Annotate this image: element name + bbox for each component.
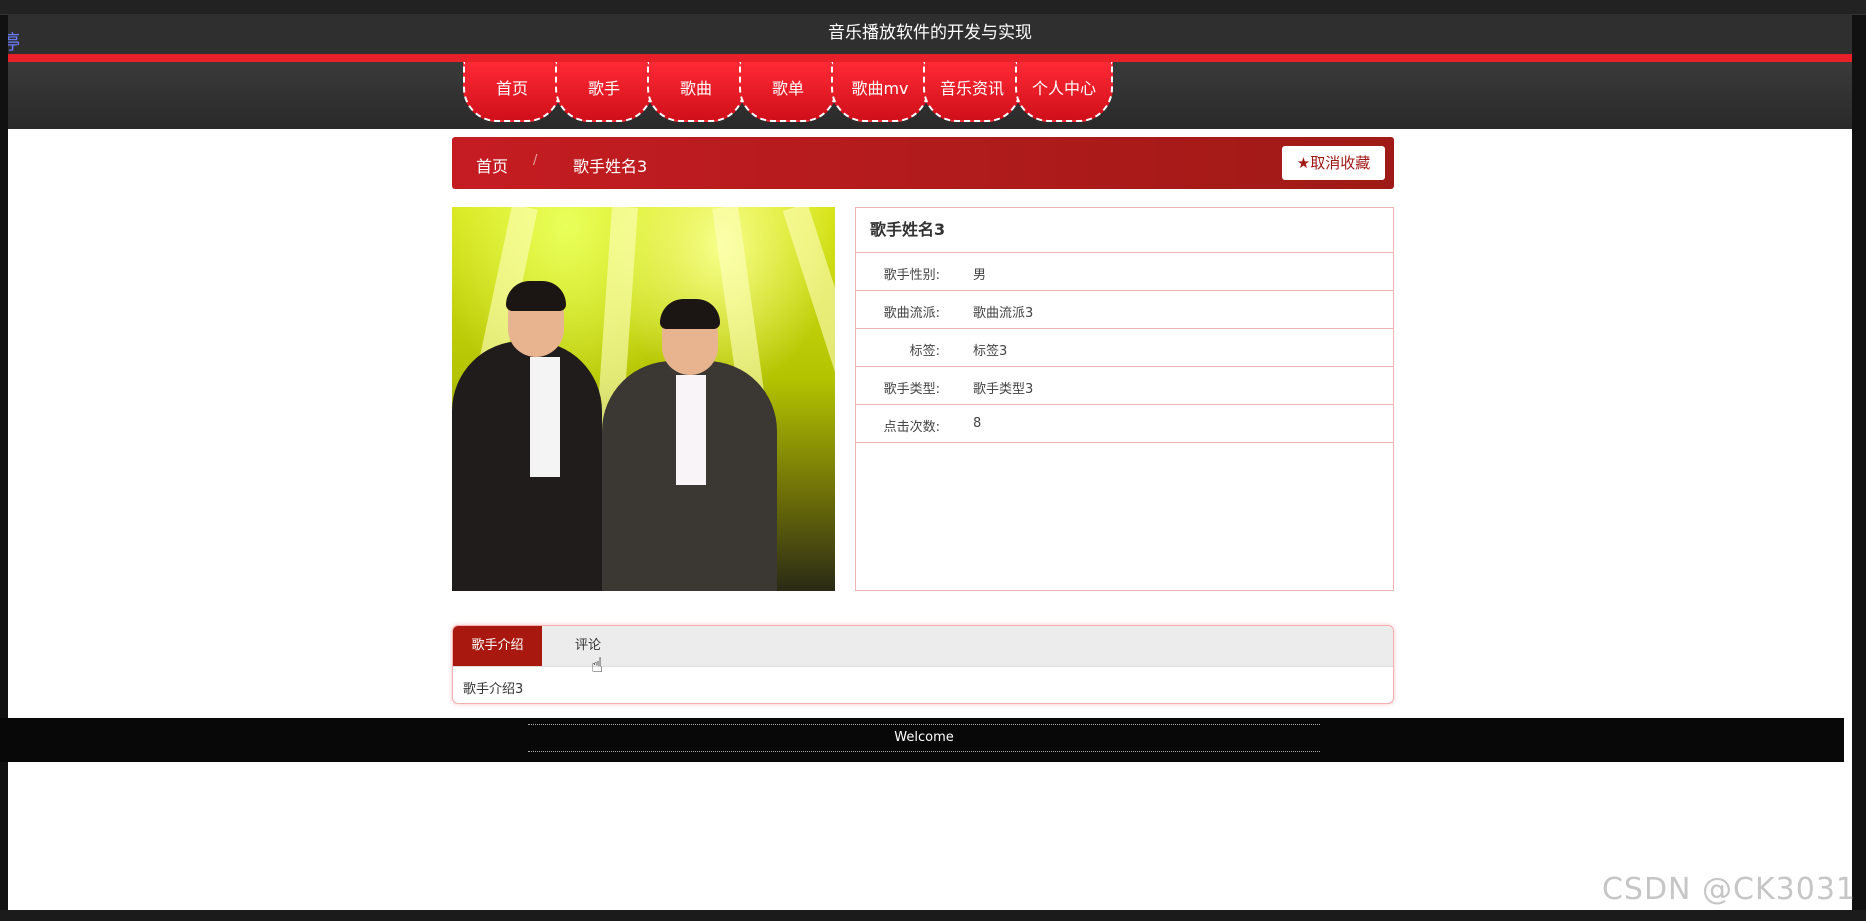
- tab-singer-intro[interactable]: 歌手介绍: [453, 626, 542, 666]
- hand-cursor-icon: ☝: [591, 653, 604, 677]
- browser-tab-strip: [0, 0, 1866, 15]
- info-row-tag: 标签: 标签3: [856, 329, 1393, 367]
- tab-comments[interactable]: 评论: [563, 626, 613, 666]
- nav-music-news[interactable]: 音乐资讯: [923, 62, 1021, 122]
- info-label: 标签:: [909, 344, 940, 359]
- breadcrumb-separator: /: [533, 153, 538, 168]
- browser-bottom-bar: [0, 910, 1866, 921]
- breadcrumb: 首页 / 歌手姓名3 ★取消收藏: [452, 137, 1394, 189]
- unfavorite-button[interactable]: ★取消收藏: [1282, 146, 1385, 180]
- star-icon: ★: [1296, 154, 1311, 172]
- main-nav: 首页 歌手 歌曲 歌单 歌曲mv 音乐资讯 个人中心: [8, 62, 1852, 129]
- unfavorite-label: 取消收藏: [1310, 154, 1371, 172]
- info-row-clicks: 点击次数: 8: [856, 405, 1393, 443]
- csdn-watermark: CSDN @CK3031: [1601, 872, 1856, 907]
- info-value: 歌曲流派3: [973, 306, 1034, 321]
- info-value: 男: [973, 268, 987, 283]
- info-label: 歌手性别:: [883, 268, 940, 283]
- site-title: 音乐播放软件的开发与实现: [828, 23, 1032, 43]
- nav-playlists[interactable]: 歌单: [739, 62, 837, 122]
- nav-user-center[interactable]: 个人中心: [1015, 62, 1113, 122]
- breadcrumb-home-link[interactable]: 首页: [476, 153, 508, 177]
- info-value: 歌手类型3: [973, 382, 1034, 397]
- nav-home[interactable]: 首页: [463, 62, 561, 122]
- singer-photo: [452, 207, 835, 591]
- footer: Welcome: [0, 718, 1844, 762]
- info-label: 歌曲流派:: [883, 306, 940, 321]
- info-label: 歌手类型:: [883, 382, 940, 397]
- breadcrumb-current: 歌手姓名3: [573, 157, 648, 176]
- footer-welcome: Welcome: [528, 724, 1320, 752]
- header-accent-line: [8, 54, 1852, 62]
- nav-singers[interactable]: 歌手: [555, 62, 653, 122]
- info-row-gender: 歌手性别: 男: [856, 253, 1393, 291]
- info-row-genre: 歌曲流派: 歌曲流派3: [856, 291, 1393, 329]
- info-row-type: 歌手类型: 歌手类型3: [856, 367, 1393, 405]
- nav-mv[interactable]: 歌曲mv: [831, 62, 929, 122]
- info-value: 8: [973, 416, 982, 431]
- nav-songs[interactable]: 歌曲: [647, 62, 745, 122]
- site-header: 停 音乐播放软件的开发与实现: [8, 14, 1852, 54]
- tab-content-text: 歌手介绍3: [463, 682, 524, 697]
- singer-info-panel: 歌手姓名3 歌手性别: 男 歌曲流派: 歌曲流派3 标签: 标签3 歌手类型: …: [855, 207, 1394, 591]
- singer-name: 歌手姓名3: [856, 208, 1393, 253]
- info-value: 标签3: [973, 344, 1008, 359]
- info-label: 点击次数:: [883, 420, 940, 435]
